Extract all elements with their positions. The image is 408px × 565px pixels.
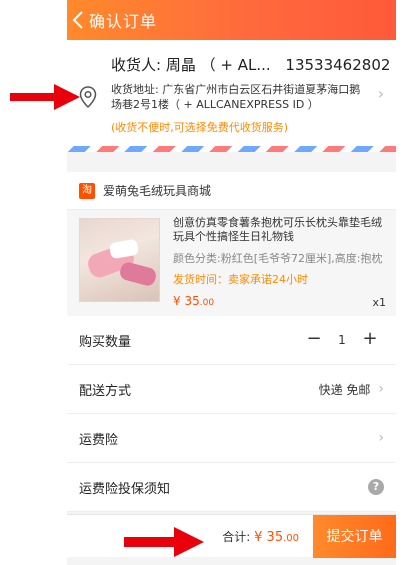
order-confirm-screen: 确认订单 收货人: 周晶 （ + AL... 13533462802 收货地址:… [67,0,396,565]
product-price: ¥ 35.00 [173,294,215,308]
increase-button[interactable]: + [356,328,384,352]
total-label: 合计: [222,529,251,544]
help-icon[interactable]: ? [368,479,384,495]
delivery-row[interactable]: 配送方式 快递 免邮 › [67,365,396,414]
recipient-name: 周晶 （ + AL... [165,56,271,74]
order-item[interactable]: 创意仿真零食薯条抱枕可乐长枕头靠垫毛绒玩具个性搞怪生日礼物钱 颜色分类:粉红色[… [67,210,396,316]
annotation-arrow-icon [124,527,204,557]
recipient-phone: 13533462802 [285,56,391,74]
product-spec: 颜色分类:粉红色[毛爷爷72厘米],高度:抱枕 [173,252,383,265]
delivery-label: 配送方式 [79,383,132,399]
quantity-stepper: − 1 + [300,328,384,352]
quantity-row: 购买数量 − 1 + [67,316,396,365]
insurance-notice-row: 运费险投保须知 ? [67,463,396,512]
product-title: 创意仿真零食薯条抱枕可乐长枕头靠垫毛绒玩具个性搞怪生日礼物钱 [173,216,382,243]
location-pin-icon [79,86,97,108]
taobao-shop-icon: 淘 [79,182,95,199]
back-button[interactable] [67,0,89,40]
decrease-button[interactable]: − [300,328,328,352]
address-note: (收货不便时,可选择免费代收货服务) [111,121,289,134]
header-bar: 确认订单 [67,0,396,40]
recipient-line: 收货人: 周晶 （ + AL... 13533462802 [111,54,390,75]
address-text: 收货地址: 广东省广州市白云区石井街道夏茅海口鹅场巷2号1楼（ + ALLCAN… [111,83,361,111]
address-card[interactable]: 收货人: 周晶 （ + AL... 13533462802 收货地址: 广东省广… [67,40,396,146]
bottom-bar: 合计: ¥ 35.00 提交订单 [67,514,396,558]
insurance-notice-label: 运费险投保须知 [79,481,171,497]
recipient-label: 收货人: [111,56,162,74]
ship-time: 发货时间：卖家承诺24小时 [173,273,308,286]
annotation-arrow-icon [10,84,80,110]
product-thumbnail [79,218,160,302]
total-amount: ¥ 35.00 [254,529,299,545]
shop-name: 爱萌兔毛绒玩具商城 [103,184,212,198]
quantity-value[interactable]: 1 [328,333,356,347]
chevron-right-icon: › [378,430,384,446]
shipping-insurance-row[interactable]: 运费险 › [67,414,396,463]
section-gap [67,152,396,172]
shop-header[interactable]: 淘 爱萌兔毛绒玩具商城 [67,172,396,210]
shipping-insurance-label: 运费险 [79,432,119,448]
delivery-value: 快递 免邮 [318,382,371,397]
chevron-left-icon [72,11,83,29]
chevron-right-icon: › [378,381,384,397]
submit-order-button[interactable]: 提交订单 [313,514,396,558]
product-quantity: x1 [372,296,386,309]
page-title: 确认订单 [89,12,158,31]
chevron-right-icon: › [377,84,384,103]
quantity-label: 购买数量 [79,334,132,350]
